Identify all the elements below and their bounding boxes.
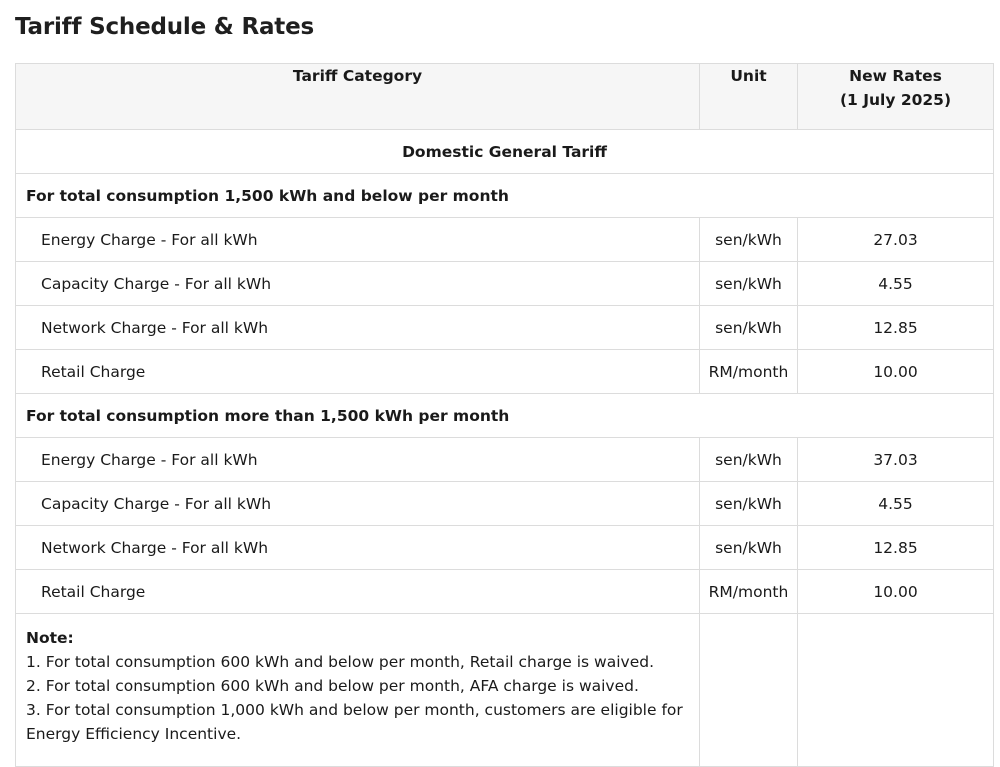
row-category: Network Charge - For all kWh <box>15 305 700 350</box>
note-line: 1. For total consumption 600 kWh and bel… <box>26 653 655 671</box>
notes-rate-empty <box>797 613 994 767</box>
notes-title: Note: <box>26 629 74 647</box>
header-unit: Unit <box>699 63 798 130</box>
page-title: Tariff Schedule & Rates <box>15 14 314 40</box>
notes-unit-empty <box>699 613 798 767</box>
table-row: Energy Charge - For all kWh sen/kWh 37.0… <box>15 437 994 482</box>
section-title: Domestic General Tariff <box>15 129 994 174</box>
header-tariff-category: Tariff Category <box>15 63 700 130</box>
table-row: Network Charge - For all kWh sen/kWh 12.… <box>15 525 994 570</box>
header-new-rates: New Rates (1 July 2025) <box>797 63 994 130</box>
table-row: Capacity Charge - For all kWh sen/kWh 4.… <box>15 481 994 526</box>
row-rate: 4.55 <box>797 261 994 306</box>
header-unit-label: Unit <box>730 67 767 85</box>
row-unit: sen/kWh <box>699 481 798 526</box>
row-unit: sen/kWh <box>699 261 798 306</box>
group-title: For total consumption 1,500 kWh and belo… <box>15 173 994 218</box>
table-row: Network Charge - For all kWh sen/kWh 12.… <box>15 305 994 350</box>
row-rate: 10.00 <box>797 349 994 394</box>
row-unit: sen/kWh <box>699 525 798 570</box>
header-tariff-category-label: Tariff Category <box>292 67 423 85</box>
table-row: Retail Charge RM/month 10.00 <box>15 349 994 394</box>
row-category: Capacity Charge - For all kWh <box>15 261 700 306</box>
notes-row: Note: 1. For total consumption 600 kWh a… <box>15 613 994 767</box>
row-category: Energy Charge - For all kWh <box>15 217 700 262</box>
tariff-table: Tariff Category Unit New Rates (1 July 2… <box>15 63 994 767</box>
row-unit: RM/month <box>699 569 798 614</box>
row-category: Energy Charge - For all kWh <box>15 437 700 482</box>
notes-cell: Note: 1. For total consumption 600 kWh a… <box>15 613 700 767</box>
note-line: 2. For total consumption 600 kWh and bel… <box>26 677 639 695</box>
row-unit: sen/kWh <box>699 437 798 482</box>
header-new-rates-date: (1 July 2025) <box>839 91 952 109</box>
row-rate: 37.03 <box>797 437 994 482</box>
row-rate: 12.85 <box>797 305 994 350</box>
row-rate: 10.00 <box>797 569 994 614</box>
row-category: Retail Charge <box>15 569 700 614</box>
table-row: Energy Charge - For all kWh sen/kWh 27.0… <box>15 217 994 262</box>
header-new-rates-label: New Rates <box>849 67 942 85</box>
table-row: Capacity Charge - For all kWh sen/kWh 4.… <box>15 261 994 306</box>
row-unit: RM/month <box>699 349 798 394</box>
row-category: Retail Charge <box>15 349 700 394</box>
row-rate: 4.55 <box>797 481 994 526</box>
row-rate: 12.85 <box>797 525 994 570</box>
row-category: Capacity Charge - For all kWh <box>15 481 700 526</box>
table-header-row: Tariff Category Unit New Rates (1 July 2… <box>15 63 994 130</box>
group-row: For total consumption more than 1,500 kW… <box>15 393 994 438</box>
row-unit: sen/kWh <box>699 305 798 350</box>
group-row: For total consumption 1,500 kWh and belo… <box>15 173 994 218</box>
row-category: Network Charge - For all kWh <box>15 525 700 570</box>
section-row: Domestic General Tariff <box>15 129 994 174</box>
table-row: Retail Charge RM/month 10.00 <box>15 569 994 614</box>
row-rate: 27.03 <box>797 217 994 262</box>
note-line: 3. For total consumption 1,000 kWh and b… <box>26 701 683 743</box>
row-unit: sen/kWh <box>699 217 798 262</box>
group-title: For total consumption more than 1,500 kW… <box>15 393 994 438</box>
